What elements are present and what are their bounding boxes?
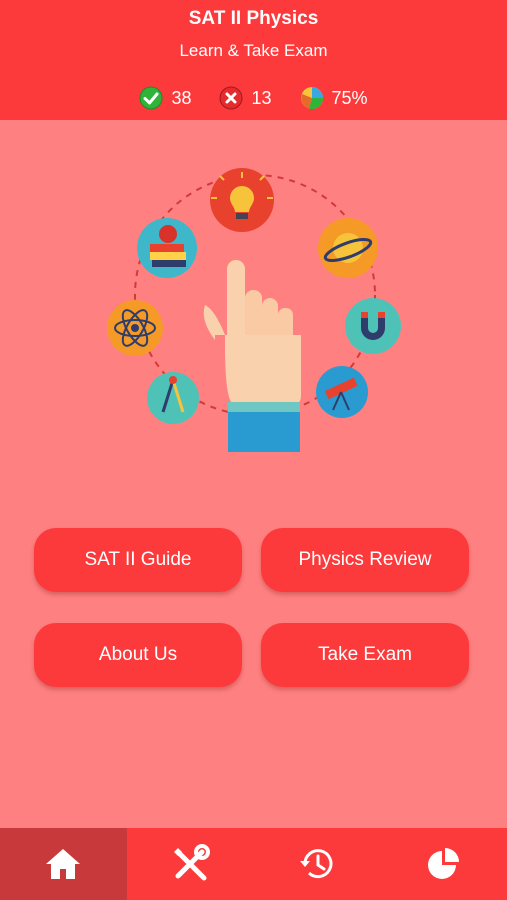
- atom-icon: [107, 300, 163, 356]
- home-icon: [46, 849, 81, 879]
- correct-count: 38: [171, 87, 192, 108]
- magnet-icon: [345, 298, 401, 354]
- pie-icon: [300, 87, 323, 110]
- compass-icon: [147, 372, 199, 424]
- cross-icon: [219, 86, 243, 110]
- tab-tools[interactable]: [127, 828, 254, 900]
- planet-icon: [318, 218, 378, 278]
- books-icon: [137, 218, 197, 278]
- tab-statistics[interactable]: [380, 828, 507, 900]
- tab-home[interactable]: [0, 828, 127, 900]
- correct-stat: 38: [139, 86, 191, 110]
- tools-icon: [174, 844, 211, 881]
- percent-value: 75%: [331, 87, 368, 108]
- app-subtitle: Learn & Take Exam: [179, 41, 328, 60]
- about-us-button[interactable]: About Us: [34, 623, 242, 687]
- percent-stat: 75%: [300, 86, 368, 110]
- telescope-icon: [316, 366, 368, 418]
- header: SAT II Physics Learn & Take Exam 38 13 7…: [0, 0, 507, 120]
- main-area: SAT II Guide Physics Review About Us Tak…: [0, 120, 507, 828]
- tab-history[interactable]: [254, 828, 381, 900]
- pie-chart-icon: [427, 848, 459, 879]
- take-exam-button[interactable]: Take Exam: [261, 623, 469, 687]
- stats-bar: 38 13 75%: [0, 86, 507, 110]
- hand-icon: [203, 260, 301, 452]
- lightbulb-icon: [210, 168, 274, 232]
- sat-guide-button[interactable]: SAT II Guide: [34, 528, 242, 592]
- physics-review-button[interactable]: Physics Review: [261, 528, 469, 592]
- check-icon: [139, 86, 163, 110]
- physics-illustration: [107, 168, 401, 452]
- wrong-stat: 13: [219, 86, 272, 110]
- tab-bar: [0, 828, 507, 900]
- app-title: SAT II Physics: [188, 8, 319, 29]
- wrong-count: 13: [251, 87, 272, 108]
- history-icon: [299, 849, 333, 879]
